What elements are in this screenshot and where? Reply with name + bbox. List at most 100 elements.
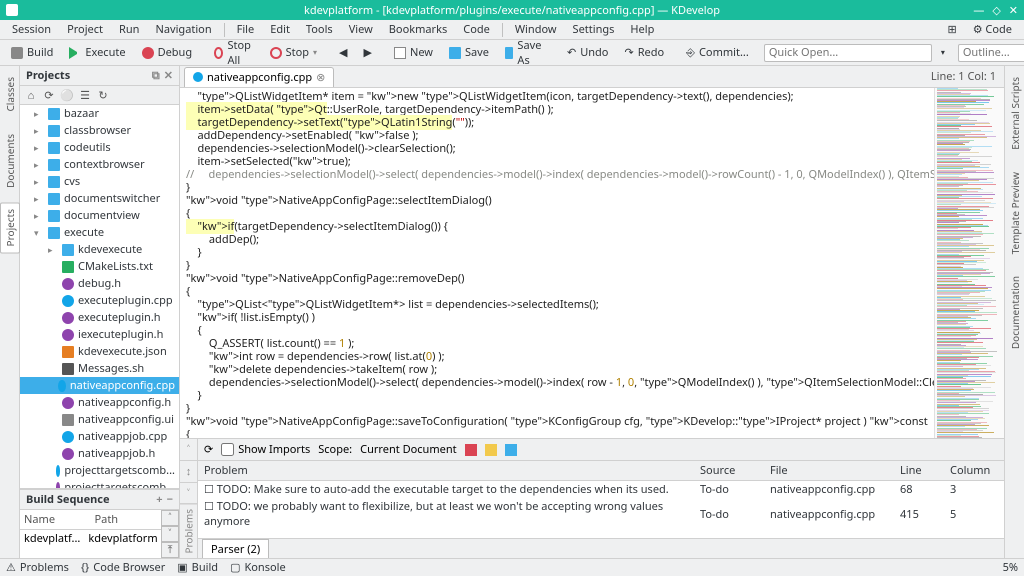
tree-item[interactable]: debug.h	[20, 275, 179, 292]
home-icon[interactable]: ⌂	[24, 88, 38, 102]
tree-item[interactable]: iexecuteplugin.h	[20, 326, 179, 343]
editor-tab[interactable]: nativeappconfig.cpp ⊗	[184, 67, 334, 87]
menu-edit[interactable]: Edit	[262, 22, 298, 37]
tree-item[interactable]: ▸cvs	[20, 173, 179, 190]
debug-button[interactable]: Debug	[135, 42, 200, 63]
panel-down-icon[interactable]: ˅	[180, 483, 197, 505]
panel-mid-icon[interactable]: ↕	[180, 461, 197, 483]
redo-button[interactable]: ↷ Redo	[617, 42, 671, 63]
status-build[interactable]: ▣ Build	[177, 560, 218, 575]
menu-code[interactable]: Code	[455, 22, 498, 37]
project-tree[interactable]: ▸bazaar▸classbrowser▸codeutils▸contextbr…	[20, 105, 179, 488]
tree-item[interactable]: executeplugin.cpp	[20, 292, 179, 309]
menu-project[interactable]: Project	[59, 22, 111, 37]
tree-icon[interactable]: ☰	[78, 88, 92, 102]
stop-button[interactable]: Stop▾	[263, 42, 324, 63]
tree-item[interactable]: nativeappjob.cpp	[20, 428, 179, 445]
tree-item[interactable]: nativeappjob.h	[20, 445, 179, 462]
status-problems[interactable]: ⚠ Problems	[6, 560, 69, 575]
tree-item[interactable]: ▸classbrowser	[20, 122, 179, 139]
grid-icon[interactable]: ⊞	[939, 22, 964, 37]
menu-help[interactable]: Help	[622, 22, 662, 37]
tree-item[interactable]: nativeappconfig.h	[20, 394, 179, 411]
status-konsole[interactable]: ▢ Konsole	[230, 560, 286, 575]
rail-classes[interactable]: Classes	[0, 70, 20, 119]
quick-open-input[interactable]	[764, 44, 932, 62]
show-imports-checkbox[interactable]: Show Imports	[221, 442, 310, 457]
rail-template-preview[interactable]: Template Preview	[1005, 165, 1024, 261]
menu-run[interactable]: Run	[111, 22, 147, 37]
problem-row[interactable]: ☐ TODO: Make sure to auto-add the execut…	[198, 481, 1004, 499]
remove-button[interactable]: −	[167, 492, 173, 507]
problem-row[interactable]: ☐ TODO: we probably want to flexibilize,…	[198, 498, 1004, 530]
rail-external-scripts[interactable]: External Scripts	[1005, 70, 1024, 157]
menu-session[interactable]: Session	[4, 22, 59, 37]
rail-projects[interactable]: Projects	[0, 202, 20, 253]
tree-item[interactable]: projecttargetscomb...	[20, 462, 179, 479]
close-icon[interactable]: ✕	[1009, 3, 1018, 18]
nav-back-button[interactable]: ◀	[332, 42, 354, 63]
tree-item[interactable]: nativeappconfig.ui	[20, 411, 179, 428]
info-filter-icon[interactable]	[505, 444, 517, 456]
parser-tab[interactable]: Parser (2)	[202, 539, 269, 559]
cpp-icon	[193, 72, 203, 82]
code-mode-button[interactable]: ⚙ Code	[965, 22, 1020, 37]
menu-view[interactable]: View	[341, 22, 381, 37]
tree-item[interactable]: ▸bazaar	[20, 105, 179, 122]
menu-tools[interactable]: Tools	[298, 22, 341, 37]
warning-filter-icon[interactable]	[485, 444, 497, 456]
col-line[interactable]: Line	[894, 461, 944, 481]
col-problem[interactable]: Problem	[198, 461, 694, 481]
nav-fwd-button[interactable]: ▶	[356, 42, 378, 63]
problems-side-label: Problems	[180, 504, 197, 558]
outline-input[interactable]	[958, 44, 1024, 62]
rail-documents[interactable]: Documents	[0, 127, 20, 195]
tree-item[interactable]: CMakeLists.txt	[20, 258, 179, 275]
menu-settings[interactable]: Settings	[565, 22, 623, 37]
status-code-browser[interactable]: {} Code Browser	[81, 560, 165, 575]
tree-item[interactable]: ▾execute	[20, 224, 179, 241]
refresh-icon[interactable]: ↻	[96, 88, 110, 102]
col-file[interactable]: File	[764, 461, 894, 481]
move-top-button[interactable]: ⤒	[161, 542, 179, 558]
maximize-icon[interactable]: ◇	[992, 3, 1000, 18]
filter-icon[interactable]: ⚪	[60, 88, 74, 102]
tree-item[interactable]: kdevexecute.json	[20, 343, 179, 360]
menu-bookmarks[interactable]: Bookmarks	[381, 22, 455, 37]
tree-item[interactable]: ▸documentswitcher	[20, 190, 179, 207]
tree-item[interactable]: projecttargetscomb...	[20, 479, 179, 488]
tree-item[interactable]: executeplugin.h	[20, 309, 179, 326]
new-button[interactable]: New	[387, 42, 440, 63]
panel-up-icon[interactable]: ˄	[180, 439, 197, 461]
tree-item[interactable]: nativeappconfig.cpp	[20, 377, 179, 394]
undo-button[interactable]: ↶ Undo	[560, 42, 615, 63]
quick-open-dropdown[interactable]: ▾	[934, 44, 952, 61]
panel-detach-icon[interactable]: ⧉	[152, 68, 160, 83]
col-source[interactable]: Source	[694, 461, 764, 481]
build-seq-row[interactable]: kdevplatf... kdevplatform	[20, 530, 161, 547]
minimap[interactable]	[934, 88, 1004, 438]
col-column[interactable]: Column	[944, 461, 1004, 481]
tree-item[interactable]: ▸codeutils	[20, 139, 179, 156]
move-down-button[interactable]: ˅	[161, 526, 179, 542]
build-button[interactable]: Build	[4, 42, 60, 63]
tree-item[interactable]: ▸contextbrowser	[20, 156, 179, 173]
sync-icon[interactable]: ⟳	[42, 88, 56, 102]
code-editor[interactable]: "type">QListWidgetItem* item = "kw">new …	[180, 88, 934, 438]
error-filter-icon[interactable]	[465, 444, 477, 456]
build-sequence-panel: Build Sequence + − Name Path kdevplatf..…	[20, 488, 179, 558]
tree-item[interactable]: Messages.sh	[20, 360, 179, 377]
add-button[interactable]: +	[156, 492, 162, 507]
minimize-icon[interactable]: —	[973, 3, 984, 18]
execute-button[interactable]: Execute	[62, 42, 132, 63]
tree-item[interactable]: ▸documentview	[20, 207, 179, 224]
save-button[interactable]: Save	[442, 42, 496, 63]
commit-button[interactable]: ⎆ Commit...	[679, 42, 756, 63]
panel-close-icon[interactable]: ✕	[164, 68, 173, 83]
scope-value[interactable]: Current Document	[360, 442, 456, 457]
tree-item[interactable]: ▸kdevexecute	[20, 241, 179, 258]
rail-documentation[interactable]: Documentation	[1005, 269, 1024, 356]
move-up-button[interactable]: ˄	[161, 510, 179, 526]
reload-icon[interactable]: ⟳	[204, 442, 213, 457]
tab-close-icon[interactable]: ⊗	[316, 70, 325, 85]
